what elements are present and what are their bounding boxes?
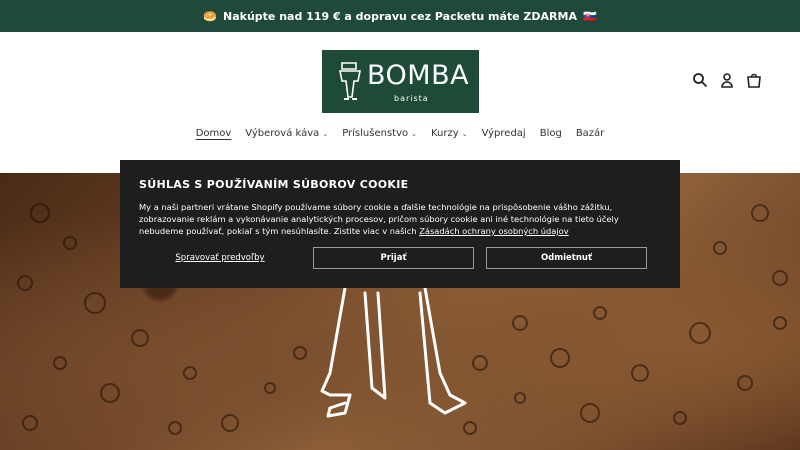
nav-item-bazaar[interactable]: Bazár (576, 128, 604, 139)
barista-figure-icon (339, 62, 361, 100)
cart-icon[interactable] (746, 72, 762, 88)
nav-item-accessories[interactable]: Príslušenstvo ⌄ (342, 128, 417, 139)
header-actions (692, 72, 762, 88)
cookie-title: SÚHLAS S POUŽÍVANÍM SÚBOROV COOKIE (139, 178, 409, 191)
accept-button[interactable]: Prijať (313, 247, 474, 269)
nav-item-specialty-coffee[interactable]: Výberová káva ⌄ (245, 128, 328, 139)
main-nav: Domov Výberová káva ⌄ Príslušenstvo ⌄ Kurz… (0, 128, 800, 139)
brand-subtitle: barista (394, 94, 429, 103)
brand-name: BOMBA (367, 60, 470, 91)
decline-button[interactable]: Odmietnuť (486, 247, 647, 269)
chevron-down-icon: ⌄ (411, 129, 417, 138)
manage-preferences-button[interactable]: Spravovať predvoľby (139, 247, 301, 269)
chevron-down-icon: ⌄ (461, 129, 468, 138)
cookie-actions: Spravovať predvoľby Prijať Odmietnuť (139, 247, 661, 269)
cookie-consent-dialog: SÚHLAS S POUŽÍVANÍM SÚBOROV COOKIE My a … (120, 160, 680, 288)
nav-item-courses[interactable]: Kurzy ⌄ (431, 128, 468, 139)
search-icon[interactable] (692, 72, 708, 88)
announcement-bar: 🥯 Nakúpte nad 119 € a dopravu cez Packet… (0, 0, 800, 32)
privacy-policy-link[interactable]: Zásadách ochrany osobných údajov (419, 226, 568, 236)
nav-item-blog[interactable]: Blog (540, 128, 562, 139)
announcement-text: Nakúpte nad 119 € a dopravu cez Packetu … (223, 9, 577, 23)
site-logo[interactable]: BOMBA barista (322, 50, 479, 113)
cookie-body: My a naši partneri vrátane Shopify použí… (139, 202, 619, 236)
account-icon[interactable] (719, 72, 735, 88)
site-header: BOMBA barista Domov Výberová káva ⌄ Prísl… (0, 32, 800, 173)
nav-item-sale[interactable]: Výpredaj (482, 128, 526, 139)
announcement-flag-icon: 🇸🇰 (582, 9, 597, 23)
nav-item-home[interactable]: Domov (196, 128, 232, 139)
chevron-down-icon: ⌄ (322, 129, 329, 138)
announcement-emoji-left: 🥯 (203, 9, 217, 23)
